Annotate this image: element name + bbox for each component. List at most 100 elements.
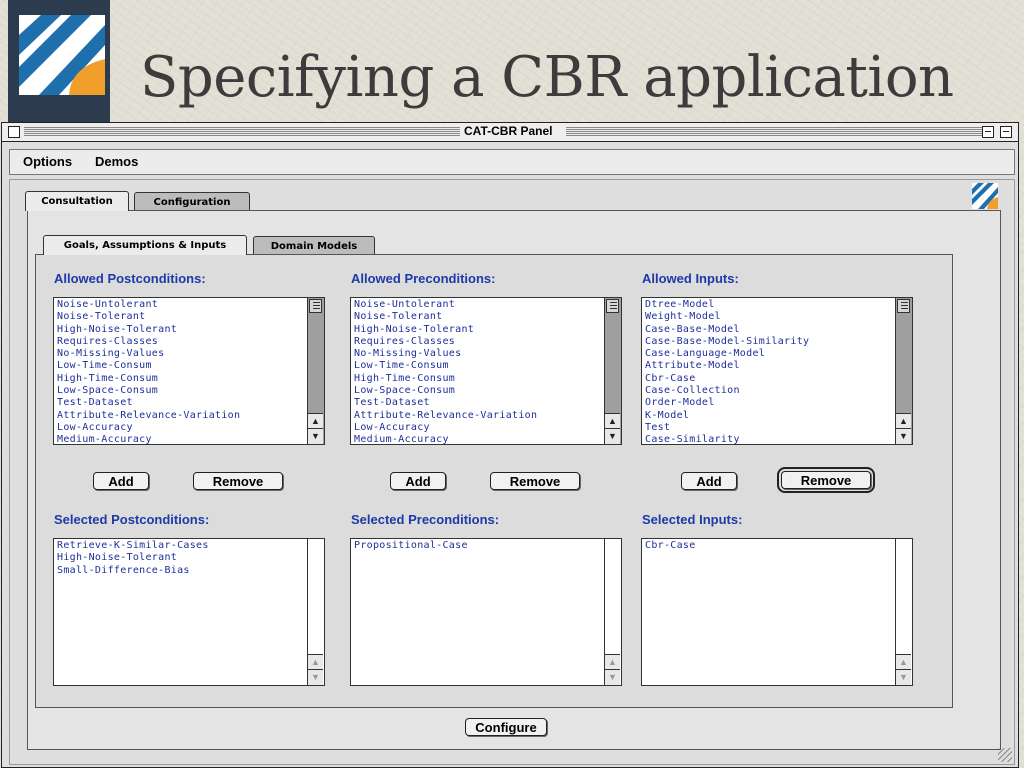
list-item[interactable]: Attribute-Model <box>645 360 894 372</box>
add-postcondition-button[interactable]: Add <box>93 472 149 490</box>
list-item[interactable]: Noise-Untolerant <box>354 299 603 311</box>
list-item[interactable]: Weight-Model <box>645 311 894 323</box>
list-item[interactable]: Requires-Classes <box>354 336 603 348</box>
list-item[interactable]: Dtree-Model <box>645 299 894 311</box>
tab-goals-assumptions-inputs[interactable]: Goals, Assumptions & Inputs <box>43 235 247 255</box>
resize-grip-icon[interactable] <box>998 748 1012 762</box>
scroll-down-arrow-icon[interactable]: ▼ <box>308 669 323 685</box>
selected-inputs-label: Selected Inputs: <box>642 512 743 527</box>
list-item[interactable]: Noise-Tolerant <box>354 311 603 323</box>
list-item[interactable]: Low-Space-Consum <box>354 385 603 397</box>
list-item[interactable]: Small-Difference-Bias <box>57 565 306 577</box>
selected-postconditions-list[interactable]: Retrieve-K-Similar-Cases High-Noise-Tole… <box>53 538 325 686</box>
list-item[interactable]: Requires-Classes <box>57 336 306 348</box>
list-item[interactable]: Retrieve-K-Similar-Cases <box>57 540 306 552</box>
vertical-scrollbar[interactable]: ▲ ▼ <box>895 298 912 444</box>
list-item[interactable]: Low-Time-Consum <box>57 360 306 372</box>
list-item[interactable]: High-Noise-Tolerant <box>354 324 603 336</box>
configure-button[interactable]: Configure <box>465 718 547 736</box>
vertical-scrollbar[interactable]: ▲ ▼ <box>604 539 621 685</box>
list-item[interactable]: K-Model <box>645 410 894 422</box>
window-titlebar[interactable]: CAT-CBR Panel <box>2 123 1018 142</box>
list-item[interactable]: Test-Dataset <box>57 397 306 409</box>
remove-precondition-button[interactable]: Remove <box>490 472 580 490</box>
list-item[interactable]: Medium-Accuracy <box>354 434 603 444</box>
selected-preconditions-list[interactable]: Propositional-Case ▲ ▼ <box>350 538 622 686</box>
scroll-up-arrow-icon[interactable]: ▲ <box>308 654 323 670</box>
close-box-icon[interactable] <box>8 126 20 138</box>
selected-preconditions-label: Selected Preconditions: <box>351 512 500 527</box>
list-item[interactable]: Test-Dataset <box>354 397 603 409</box>
tab-configuration[interactable]: Configuration <box>134 192 250 211</box>
list-items: Cbr-Case <box>645 540 894 552</box>
menu-demos[interactable]: Demos <box>95 154 138 169</box>
list-item[interactable]: Attribute-Relevance-Variation <box>354 410 603 422</box>
vertical-scrollbar[interactable]: ▲ ▼ <box>307 298 324 444</box>
list-item[interactable]: No-Missing-Values <box>57 348 306 360</box>
slide-logo <box>8 0 110 122</box>
allowed-inputs-list[interactable]: Dtree-Model Weight-Model Case-Base-Model… <box>641 297 913 445</box>
list-items: Noise-Untolerant Noise-Tolerant High-Noi… <box>354 299 603 444</box>
list-item[interactable]: Low-Space-Consum <box>57 385 306 397</box>
list-item[interactable]: Cbr-Case <box>645 373 894 385</box>
zoom-box-icon[interactable] <box>982 126 994 138</box>
list-item[interactable]: Case-Base-Model <box>645 324 894 336</box>
vertical-scrollbar[interactable]: ▲ ▼ <box>604 298 621 444</box>
list-item[interactable]: Low-Time-Consum <box>354 360 603 372</box>
list-item[interactable]: Noise-Untolerant <box>57 299 306 311</box>
vertical-scrollbar[interactable]: ▲ ▼ <box>895 539 912 685</box>
window-title: CAT-CBR Panel <box>460 124 557 138</box>
allowed-inputs-label: Allowed Inputs: <box>642 271 739 286</box>
scroll-up-arrow-icon[interactable]: ▲ <box>605 654 620 670</box>
add-precondition-button[interactable]: Add <box>390 472 446 490</box>
list-item[interactable]: Low-Accuracy <box>57 422 306 434</box>
scroll-thumb[interactable] <box>897 299 910 313</box>
allowed-postconditions-list[interactable]: Noise-Untolerant Noise-Tolerant High-Noi… <box>53 297 325 445</box>
list-item[interactable]: Low-Accuracy <box>354 422 603 434</box>
allowed-preconditions-list[interactable]: Noise-Untolerant Noise-Tolerant High-Noi… <box>350 297 622 445</box>
scroll-up-arrow-icon[interactable]: ▲ <box>308 413 323 429</box>
list-item[interactable]: Medium-Accuracy <box>57 434 306 444</box>
scroll-up-arrow-icon[interactable]: ▲ <box>605 413 620 429</box>
add-input-button[interactable]: Add <box>681 472 737 490</box>
titlebar-stripes <box>566 127 986 136</box>
scroll-thumb[interactable] <box>309 299 322 313</box>
list-items: Dtree-Model Weight-Model Case-Base-Model… <box>645 299 894 444</box>
list-item[interactable]: Propositional-Case <box>354 540 603 552</box>
list-item[interactable]: Case-Base-Model-Similarity <box>645 336 894 348</box>
menu-options[interactable]: Options <box>23 154 72 169</box>
remove-input-button[interactable]: Remove <box>777 467 875 493</box>
list-item[interactable]: High-Time-Consum <box>354 373 603 385</box>
collapse-box-icon[interactable] <box>1000 126 1012 138</box>
menu-bar: Options Demos <box>9 149 1015 175</box>
list-item[interactable]: Case-Collection <box>645 385 894 397</box>
list-item[interactable]: No-Missing-Values <box>354 348 603 360</box>
diagonal-stripes-logo-icon <box>19 15 105 95</box>
scroll-down-arrow-icon[interactable]: ▼ <box>308 428 323 444</box>
scroll-down-arrow-icon[interactable]: ▼ <box>605 669 620 685</box>
list-item[interactable]: Order-Model <box>645 397 894 409</box>
list-item[interactable]: Test <box>645 422 894 434</box>
list-item[interactable]: Case-Language-Model <box>645 348 894 360</box>
remove-postcondition-button[interactable]: Remove <box>193 472 283 490</box>
scroll-up-arrow-icon[interactable]: ▲ <box>896 654 911 670</box>
scroll-down-arrow-icon[interactable]: ▼ <box>896 428 911 444</box>
scroll-down-arrow-icon[interactable]: ▼ <box>896 669 911 685</box>
list-items: Noise-Untolerant Noise-Tolerant High-Noi… <box>57 299 306 444</box>
cat-cbr-window: CAT-CBR Panel Options Demos Consultation… <box>1 122 1019 768</box>
scroll-down-arrow-icon[interactable]: ▼ <box>605 428 620 444</box>
list-item[interactable]: Attribute-Relevance-Variation <box>57 410 306 422</box>
titlebar-stripes <box>24 127 460 136</box>
tab-domain-models[interactable]: Domain Models <box>253 236 375 255</box>
list-item[interactable]: Noise-Tolerant <box>57 311 306 323</box>
list-item[interactable]: High-Time-Consum <box>57 373 306 385</box>
list-item[interactable]: Case-Similarity <box>645 434 894 444</box>
scroll-up-arrow-icon[interactable]: ▲ <box>896 413 911 429</box>
tab-consultation[interactable]: Consultation <box>25 191 129 211</box>
vertical-scrollbar[interactable]: ▲ ▼ <box>307 539 324 685</box>
list-item[interactable]: High-Noise-Tolerant <box>57 552 306 564</box>
scroll-thumb[interactable] <box>606 299 619 313</box>
list-item[interactable]: High-Noise-Tolerant <box>57 324 306 336</box>
list-item[interactable]: Cbr-Case <box>645 540 894 552</box>
selected-inputs-list[interactable]: Cbr-Case ▲ ▼ <box>641 538 913 686</box>
